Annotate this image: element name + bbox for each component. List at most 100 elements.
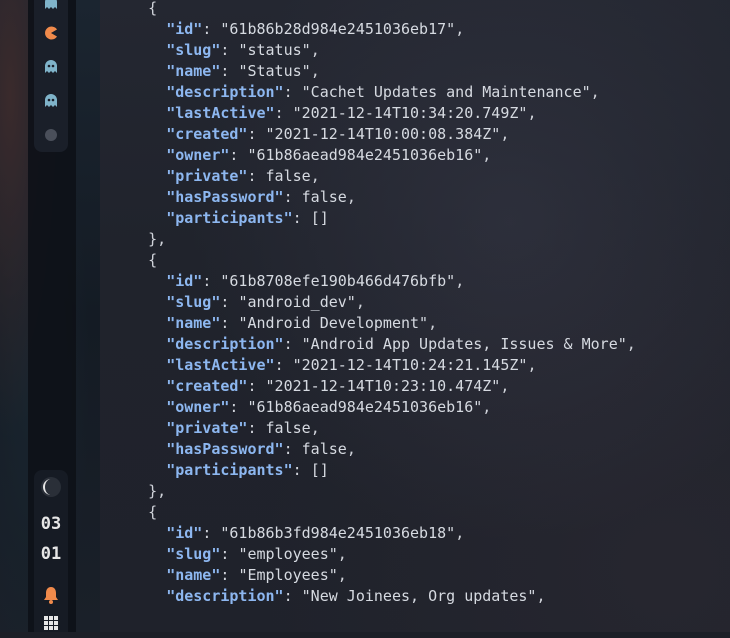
json-trailing: ,: [536, 587, 546, 605]
moon-icon: [41, 477, 61, 497]
code-line: "slug": "status",: [112, 40, 636, 61]
workspace-3-button[interactable]: [34, 52, 68, 82]
json-value: "61b8708efe190b466d476bfb": [220, 272, 456, 290]
json-trailing: ,: [455, 524, 465, 542]
json-value: "status": [238, 41, 311, 59]
code-line: },: [112, 481, 636, 502]
json-value: "Android Development": [238, 314, 429, 332]
code-line: "lastActive": "2021-12-14T10:34:20.749Z"…: [112, 103, 636, 124]
json-key: "owner": [166, 398, 230, 416]
json-key: "slug": [166, 41, 221, 59]
json-key: "lastActive": [166, 104, 275, 122]
json-value: "android_dev": [238, 293, 356, 311]
json-separator: :: [220, 566, 239, 584]
json-value: "61b86b3fd984e2451036eb18": [220, 524, 456, 542]
json-separator: :: [292, 461, 311, 479]
json-separator: :: [283, 335, 302, 353]
json-key: "participants": [166, 461, 293, 479]
json-trailing: ,: [428, 314, 438, 332]
json-key: "name": [166, 566, 221, 584]
theme-toggle[interactable]: [34, 472, 68, 502]
json-key: "created": [166, 125, 248, 143]
pacman-icon: [45, 26, 57, 40]
code-bracket: },: [148, 230, 167, 248]
code-line: {: [112, 250, 636, 271]
code-line: "created": "2021-12-14T10:23:10.474Z",: [112, 376, 636, 397]
json-trailing: ,: [337, 545, 347, 563]
json-trailing: ,: [310, 41, 320, 59]
json-separator: :: [283, 587, 302, 605]
ghost-icon: [45, 94, 57, 107]
json-key: "name": [166, 314, 221, 332]
code-line: "created": "2021-12-14T10:00:08.384Z",: [112, 124, 636, 145]
notifications-button[interactable]: [34, 580, 68, 610]
json-key: "hasPassword": [166, 188, 284, 206]
json-separator: :: [220, 41, 239, 59]
json-trailing: ,: [527, 356, 537, 374]
code-line: "owner": "61b86aead984e2451036eb16",: [112, 397, 636, 418]
json-separator: :: [247, 377, 266, 395]
json-key: "private": [166, 167, 248, 185]
bell-icon: [44, 587, 58, 604]
json-separator: :: [202, 524, 221, 542]
json-value: []: [310, 461, 329, 479]
code-line: "private": false,: [112, 418, 636, 439]
json-separator: :: [229, 146, 248, 164]
grid-icon: [44, 616, 58, 630]
json-trailing: ,: [455, 272, 465, 290]
json-trailing: ,: [500, 377, 510, 395]
code-line: "id": "61b86b3fd984e2451036eb18",: [112, 523, 636, 544]
json-separator: :: [229, 398, 248, 416]
json-separator: :: [247, 419, 266, 437]
code-line: "participants": []: [112, 208, 636, 229]
json-key: "description": [166, 83, 284, 101]
json-output[interactable]: { "id": "61b86b28d984e2451036eb17", "slu…: [112, 0, 636, 607]
json-key: "owner": [166, 146, 230, 164]
json-key: "name": [166, 62, 221, 80]
workspace-2-button[interactable]: [34, 18, 68, 48]
code-line: "description": "Cachet Updates and Maint…: [112, 82, 636, 103]
json-key: "slug": [166, 293, 221, 311]
json-trailing: ,: [310, 419, 320, 437]
json-trailing: ,: [337, 566, 347, 584]
json-separator: :: [283, 440, 302, 458]
json-separator: :: [202, 272, 221, 290]
json-trailing: ,: [455, 20, 465, 38]
json-separator: :: [274, 356, 293, 374]
json-value: "Employees": [238, 566, 338, 584]
code-line: "hasPassword": false,: [112, 187, 636, 208]
code-bracket: {: [148, 503, 158, 521]
workspace-4-button[interactable]: [34, 86, 68, 116]
app-grid-button[interactable]: [34, 608, 68, 638]
clock-hour: 03: [40, 514, 62, 534]
json-key: "participants": [166, 209, 293, 227]
json-value: "2021-12-14T10:24:21.145Z": [292, 356, 528, 374]
code-line: {: [112, 0, 636, 19]
json-value: "2021-12-14T10:00:08.384Z": [265, 125, 501, 143]
json-separator: :: [247, 167, 266, 185]
workspace-5-button[interactable]: [34, 120, 68, 150]
json-value: "employees": [238, 545, 338, 563]
json-separator: :: [220, 293, 239, 311]
json-value: false: [265, 167, 311, 185]
json-trailing: ,: [527, 104, 537, 122]
json-separator: :: [274, 104, 293, 122]
workspace-1-button[interactable]: [34, 0, 68, 18]
